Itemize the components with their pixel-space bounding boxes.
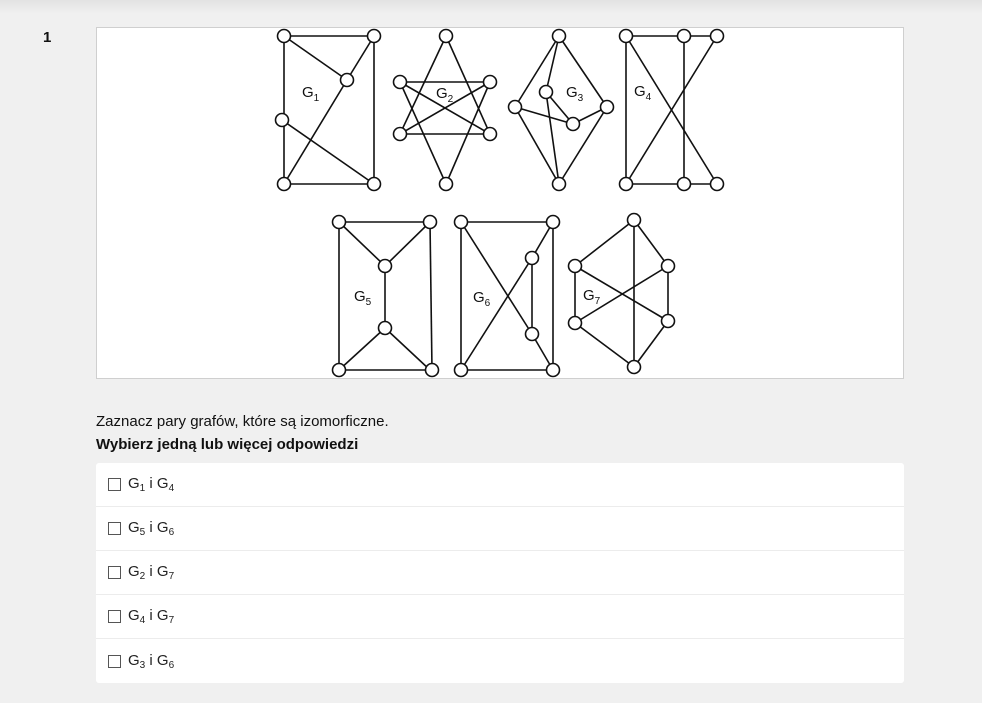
graph-g6: G6 (453, 214, 561, 378)
answer-checkbox[interactable] (108, 478, 121, 491)
answer-option-g5-g6[interactable]: G5 i G6 (96, 507, 904, 551)
graphs-diagram: G1 G2 G3 G4 G5 G6 G7 (274, 28, 725, 378)
answer-label: G2 i G7 (128, 563, 175, 582)
answer-checkbox[interactable] (108, 654, 121, 668)
graph-g7: G7 (567, 212, 676, 375)
answer-option-g1-g4[interactable]: G1 i G4 (96, 463, 904, 507)
graph-label-g5: G5 (354, 288, 372, 308)
graph-label-g2: G2 (436, 85, 454, 105)
top-bar (0, 0, 982, 14)
answer-label: G3 i G6 (128, 651, 175, 671)
graph-g5: G5 (331, 214, 440, 378)
answer-checkbox[interactable] (108, 566, 121, 579)
graphs-figure: G1 G2 G3 G4 G5 G6 G7 (96, 27, 904, 379)
answer-label: G4 i G7 (128, 607, 175, 626)
answer-option-g3-g6[interactable]: G3 i G6 (96, 639, 904, 683)
graph-label-g3: G3 (566, 84, 584, 104)
graph-label-g7: G7 (583, 287, 601, 307)
graph-label-g1: G1 (302, 84, 320, 104)
answer-checkbox[interactable] (108, 522, 121, 535)
answer-checkbox[interactable] (108, 610, 121, 623)
graph-g4: G4 (618, 28, 725, 192)
answer-label: G1 i G4 (128, 475, 175, 494)
answer-option-g2-g7[interactable]: G2 i G7 (96, 551, 904, 595)
answer-label: G5 i G6 (128, 519, 175, 538)
graph-label-g6: G6 (473, 289, 491, 309)
graph-g1: G1 (274, 28, 382, 192)
question-instruction: Wybierz jedną lub więcej odpowiedzi (96, 436, 359, 453)
graph-label-g4: G4 (634, 83, 652, 103)
graph-g3: G3 (507, 28, 615, 192)
question-number: 1 (43, 29, 52, 46)
graph-g2: G2 (392, 28, 498, 192)
question-prompt: Zaznacz pary grafów, które są izomorficz… (96, 413, 389, 430)
answer-list: G1 i G4 G5 i G6 G2 i G7 G4 i G7 G3 i G6 (96, 463, 904, 683)
answer-option-g4-g7[interactable]: G4 i G7 (96, 595, 904, 639)
